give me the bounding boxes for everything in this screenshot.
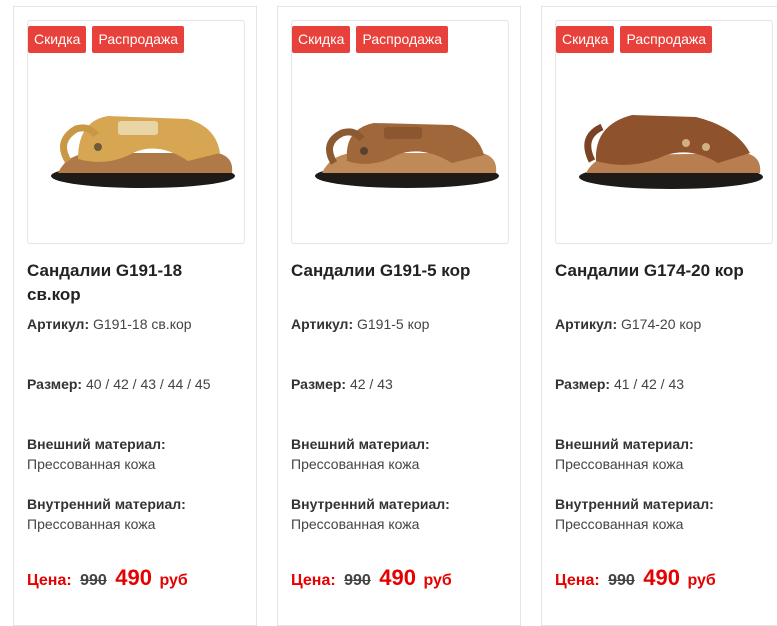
size-label: Размер: [291,376,347,392]
size-row: Размер: 41 / 42 / 43 [555,374,775,394]
product-grid: Скидка Распродажа Сандалии G191-18 св.ко… [0,0,777,626]
inner-material-label: Внутренний материал: [555,496,714,512]
size-row: Размер: 42 / 43 [291,374,511,394]
old-price: 990 [344,572,371,589]
sku-value: G174-20 кор [621,316,702,332]
sandal-image[interactable] [302,81,502,201]
outer-material-label: Внешний материал: [27,436,166,452]
badge-group: Скидка Распродажа [292,26,449,53]
new-price: 490 [379,565,416,590]
price-label: Цена: [555,572,600,589]
sku-label: Артикул: [291,316,354,332]
size-values: 42 / 43 [349,376,393,392]
inner-material-row: Внутренний материал: Прессованная кожа [291,494,511,534]
discount-badge: Скидка [556,26,615,53]
outer-material-row: Внешний материал: Прессованная кожа [27,434,247,474]
price-row: Цена: 990 490 руб [27,565,188,591]
outer-material-label: Внешний материал: [291,436,430,452]
inner-material-value: Прессованная кожа [27,516,156,532]
inner-material-label: Внутренний материал: [27,496,186,512]
price-row: Цена: 990 490 руб [291,565,452,591]
currency: руб [159,572,188,589]
sale-badge: Распродажа [92,26,185,53]
inner-material-label: Внутренний материал: [291,496,450,512]
currency: руб [687,572,716,589]
product-title[interactable]: Сандалии G191-18 св.кор [27,259,237,307]
product-title[interactable]: Сандалии G191-5 кор [291,259,501,283]
sku-value: G191-5 кор [357,316,430,332]
discount-badge: Скидка [292,26,351,53]
size-label: Размер: [27,376,83,392]
outer-material-row: Внешний материал: Прессованная кожа [291,434,511,474]
inner-material-row: Внутренний материал: Прессованная кожа [555,494,775,534]
size-values: 41 / 42 / 43 [613,376,685,392]
product-image-frame[interactable]: Скидка Распродажа [555,20,773,244]
currency: руб [423,572,452,589]
sandal-image[interactable] [566,81,766,201]
sandal-image[interactable] [38,81,238,201]
badge-group: Скидка Распродажа [28,26,185,53]
old-price: 990 [608,572,635,589]
product-card[interactable]: Скидка Распродажа Сандалии G174-20 кор А… [541,6,777,626]
product-card[interactable]: Скидка Распродажа Сандалии G191-18 св.ко… [13,6,257,626]
sku-row: Артикул: G174-20 кор [555,314,775,334]
sale-badge: Распродажа [356,26,449,53]
new-price: 490 [115,565,152,590]
sale-badge: Распродажа [620,26,713,53]
outer-material-label: Внешний материал: [555,436,694,452]
inner-material-value: Прессованная кожа [291,516,420,532]
inner-material-value: Прессованная кожа [555,516,684,532]
sku-value: G191-18 св.кор [93,316,192,332]
price-label: Цена: [27,572,72,589]
badge-group: Скидка Распродажа [556,26,713,53]
size-label: Размер: [555,376,611,392]
sku-label: Артикул: [27,316,90,332]
sku-row: Артикул: G191-5 кор [291,314,511,334]
new-price: 490 [643,565,680,590]
price-label: Цена: [291,572,336,589]
product-title[interactable]: Сандалии G174-20 кор [555,259,765,283]
product-image-frame[interactable]: Скидка Распродажа [291,20,509,244]
price-row: Цена: 990 490 руб [555,565,716,591]
outer-material-value: Прессованная кожа [27,456,156,472]
discount-badge: Скидка [28,26,87,53]
outer-material-row: Внешний материал: Прессованная кожа [555,434,775,474]
sku-label: Артикул: [555,316,618,332]
product-card[interactable]: Скидка Распродажа Сандалии G191-5 кор Ар… [277,6,521,626]
outer-material-value: Прессованная кожа [555,456,684,472]
old-price: 990 [80,572,107,589]
size-row: Размер: 40 / 42 / 43 / 44 / 45 [27,374,247,394]
sku-row: Артикул: G191-18 св.кор [27,314,247,334]
inner-material-row: Внутренний материал: Прессованная кожа [27,494,247,534]
product-image-frame[interactable]: Скидка Распродажа [27,20,245,244]
outer-material-value: Прессованная кожа [291,456,420,472]
size-values: 40 / 42 / 43 / 44 / 45 [85,376,211,392]
